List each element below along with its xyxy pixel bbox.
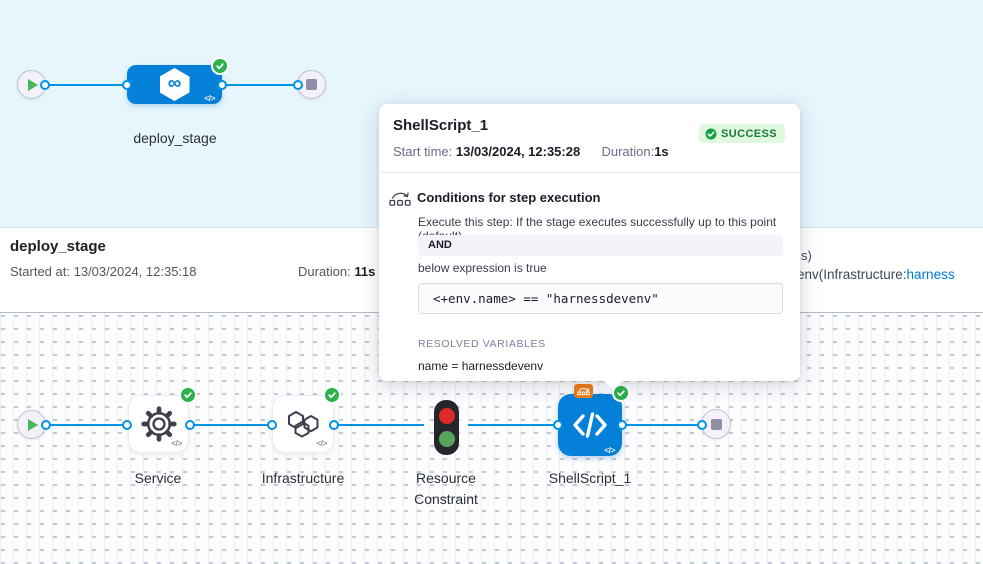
popover-duration-label: Duration: (601, 144, 654, 159)
shell-script-code-icon (570, 408, 610, 442)
step-node-shellscript-1[interactable]: </> (558, 394, 622, 456)
stop-icon (711, 419, 722, 430)
step-label-infrastructure: Infrastructure (248, 468, 358, 489)
status-badge: SUCCESS (699, 124, 785, 143)
popover-divider (379, 172, 800, 173)
resolved-variables-label: RESOLVED VARIABLES (418, 338, 546, 350)
conditions-expression-intro: below expression is true (418, 261, 547, 275)
success-check-icon (211, 57, 229, 75)
duration-value: 11s (354, 264, 375, 279)
code-mini-icon: </> (316, 438, 327, 448)
port-dot (122, 420, 132, 430)
infinity-glyph: ∞ (168, 74, 182, 93)
code-mini-icon: </> (604, 445, 615, 455)
stage-bar-right-line1: s) (801, 248, 812, 263)
port-dot (122, 80, 132, 90)
popover-duration-value: 1s (654, 144, 668, 159)
traffic-light-green (439, 431, 455, 447)
stage-bar-right-line2: env(Infrastructure:harness (797, 267, 983, 282)
stage-started-text: Started at: 13/03/2024, 12:35:18 (10, 264, 197, 279)
port-dot (293, 80, 303, 90)
start-time-label: Start time: (393, 144, 452, 159)
resource-constraint-node[interactable] (434, 400, 459, 455)
step-node-service[interactable]: </> (128, 395, 189, 453)
status-text: SUCCESS (721, 128, 777, 140)
port-dot (217, 80, 227, 90)
popover-step-title: ShellScript_1 (393, 117, 488, 134)
infrastructure-hexagons-icon (285, 407, 321, 441)
step-label-shellscript-1: ShellScript_1 (535, 468, 645, 489)
port-dot (553, 420, 563, 430)
conditional-execution-badge (574, 384, 593, 398)
conditions-operator: AND (418, 235, 783, 256)
port-dot (185, 420, 195, 430)
infrastructure-ref-text: env(Infrastructure: (797, 267, 907, 282)
start-time-value: 13/03/2024, 12:35:28 (456, 144, 580, 159)
code-mini-icon: </> (171, 438, 182, 448)
play-icon (28, 419, 38, 431)
conditions-title: Conditions for step execution (417, 190, 600, 205)
port-dot (329, 420, 339, 430)
popover-arrow (603, 380, 623, 390)
started-value: 13/03/2024, 12:35:18 (74, 264, 197, 279)
port-dot (41, 420, 51, 430)
step-details-popover: ShellScript_1 SUCCESS Start time: 13/03/… (379, 104, 800, 381)
port-dot (267, 420, 277, 430)
stage-duration-text: Duration: 11s (298, 264, 375, 279)
conditional-execution-icon (389, 190, 411, 212)
started-label: Started at: (10, 264, 70, 279)
step-edge (46, 424, 424, 426)
step-node-infrastructure[interactable]: </> (272, 395, 334, 453)
resolved-variables-value: name = harnessdevenv (418, 359, 543, 373)
port-dot (617, 420, 627, 430)
step-label-service: Service (108, 468, 208, 489)
port-dot (40, 80, 50, 90)
conditions-expression: <+env.name> == "harnessdevenv" (418, 283, 783, 314)
pipeline-execution-view: ∞ </> deploy_stage deploy_stage Started … (0, 0, 983, 564)
status-check-icon (705, 128, 717, 140)
success-check-icon (323, 386, 341, 404)
stage-label: deploy_stage (120, 128, 230, 149)
cd-hexagon-icon: ∞ (160, 68, 190, 101)
duration-label: Duration: (298, 264, 351, 279)
port-dot (697, 420, 707, 430)
traffic-light-red (439, 408, 455, 424)
infrastructure-link[interactable]: harness (907, 267, 955, 282)
play-icon (28, 79, 38, 91)
stop-icon (306, 79, 317, 90)
step-label-resource-constraint: Resource Constraint (391, 468, 501, 510)
stage-node-deploy-stage[interactable]: ∞ </> (127, 65, 222, 104)
stage-bar-title: deploy_stage (10, 238, 106, 255)
code-mini-icon: </> (204, 93, 215, 103)
popover-time-row: Start time: 13/03/2024, 12:35:28 Duratio… (393, 144, 669, 159)
success-check-icon (179, 386, 197, 404)
